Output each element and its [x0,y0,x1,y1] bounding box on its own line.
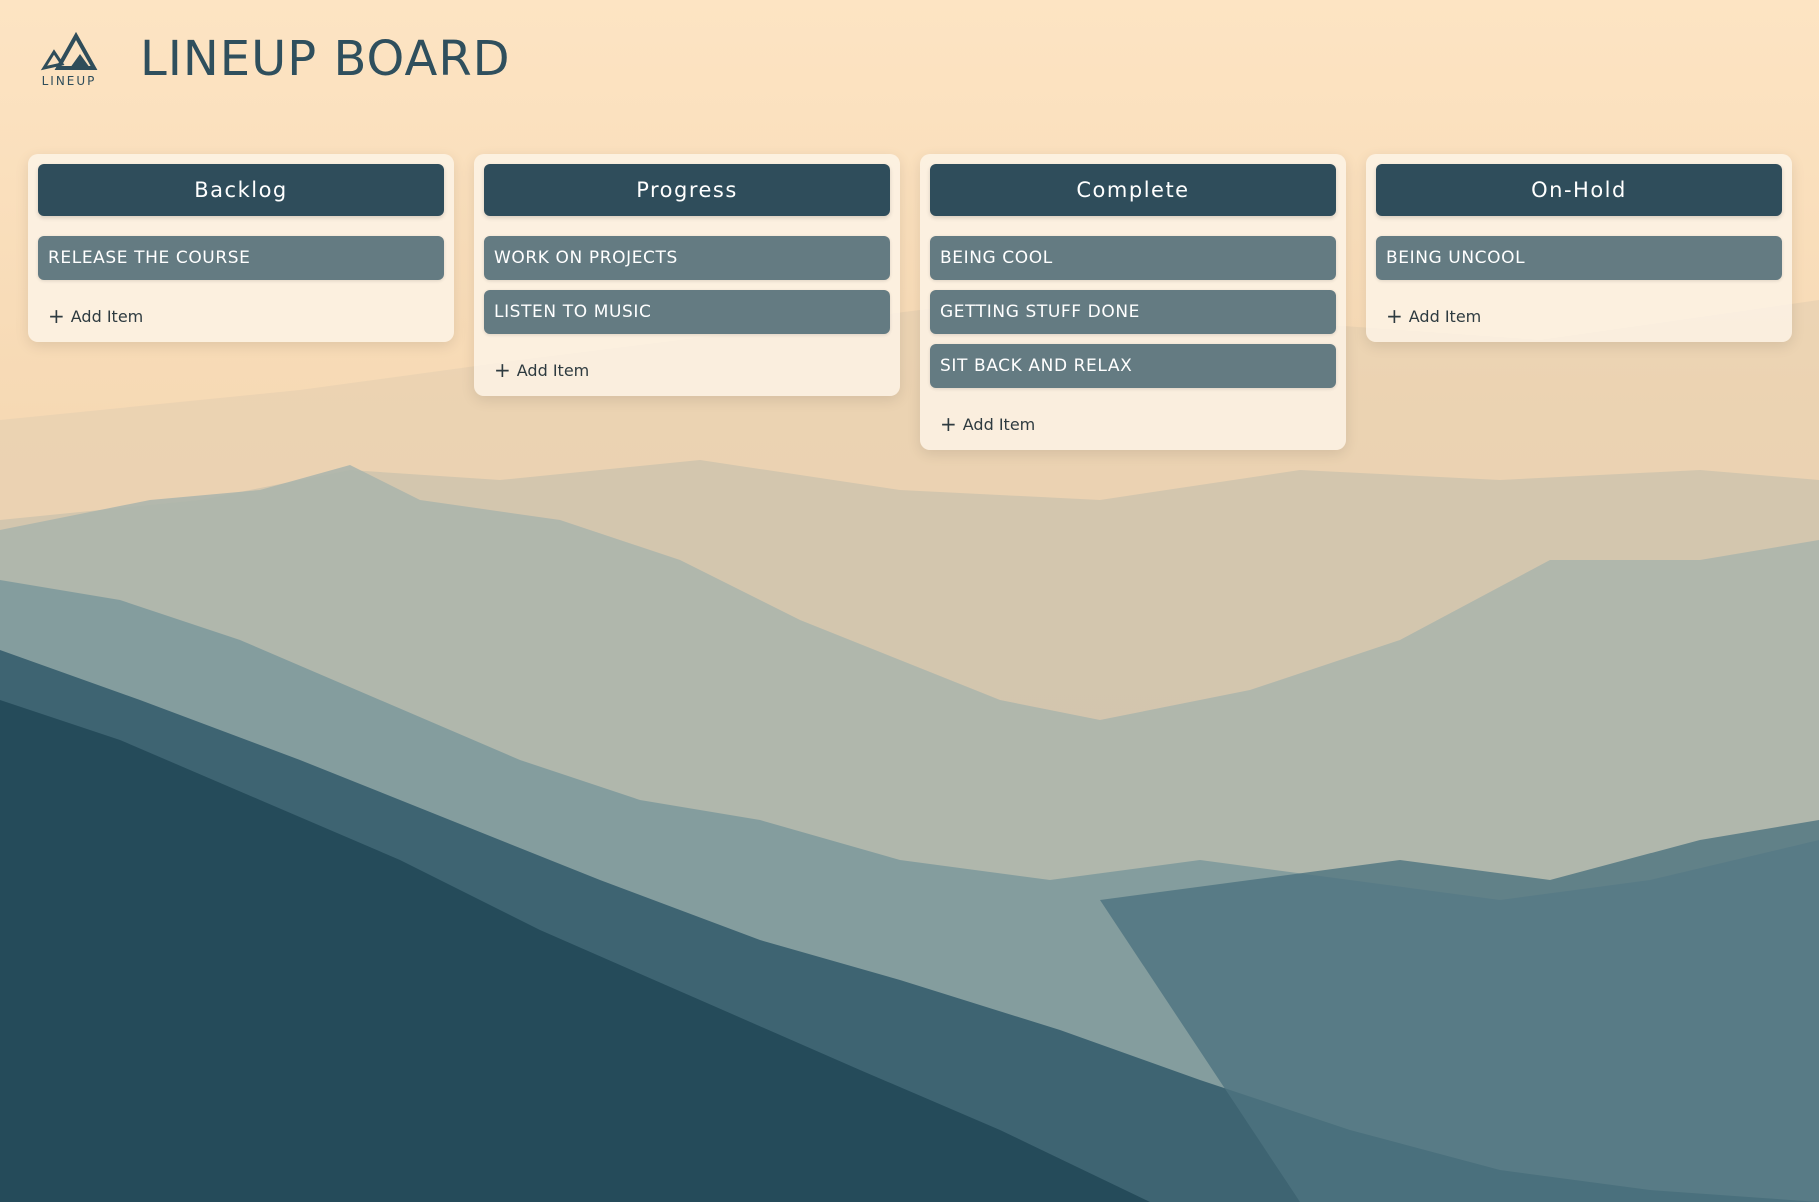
list-item[interactable]: WORK ON PROJECTS [484,236,890,280]
add-item-label: Add Item [516,360,590,380]
board: Backlog RELEASE THE COURSE + Add Item Pr… [28,154,1792,450]
plus-icon: + [1386,304,1403,328]
list-item[interactable]: BEING COOL [930,236,1336,280]
plus-icon: + [48,304,65,328]
plus-icon: + [494,358,511,382]
column-complete: Complete BEING COOL GETTING STUFF DONE S… [920,154,1346,450]
item-list: RELEASE THE COURSE [38,236,444,280]
page-title: LINEUP BOARD [140,31,511,87]
list-item[interactable]: BEING UNCOOL [1376,236,1782,280]
add-item-label: Add Item [962,414,1036,434]
list-item[interactable]: RELEASE THE COURSE [38,236,444,280]
item-list: BEING UNCOOL [1376,236,1782,280]
column-header-on-hold[interactable]: On-Hold [1376,164,1782,216]
list-item[interactable]: LISTEN TO MUSIC [484,290,890,334]
list-item[interactable]: GETTING STUFF DONE [930,290,1336,334]
mountain-logo-icon[interactable]: LINEUP [36,30,102,88]
column-header-backlog[interactable]: Backlog [38,164,444,216]
add-item-button[interactable]: + Add Item [940,412,1336,436]
item-list: WORK ON PROJECTS LISTEN TO MUSIC [484,236,890,334]
list-item[interactable]: SIT BACK AND RELAX [930,344,1336,388]
add-item-label: Add Item [1408,306,1482,326]
column-header-progress[interactable]: Progress [484,164,890,216]
add-item-button[interactable]: + Add Item [1386,304,1782,328]
add-item-label: Add Item [70,306,144,326]
column-on-hold: On-Hold BEING UNCOOL + Add Item [1366,154,1792,342]
add-item-button[interactable]: + Add Item [48,304,444,328]
logo-text: LINEUP [41,74,97,88]
column-progress: Progress WORK ON PROJECTS LISTEN TO MUSI… [474,154,900,396]
plus-icon: + [940,412,957,436]
column-backlog: Backlog RELEASE THE COURSE + Add Item [28,154,454,342]
column-header-complete[interactable]: Complete [930,164,1336,216]
item-list: BEING COOL GETTING STUFF DONE SIT BACK A… [930,236,1336,388]
app-header: LINEUP LINEUP BOARD [36,30,511,88]
add-item-button[interactable]: + Add Item [494,358,890,382]
